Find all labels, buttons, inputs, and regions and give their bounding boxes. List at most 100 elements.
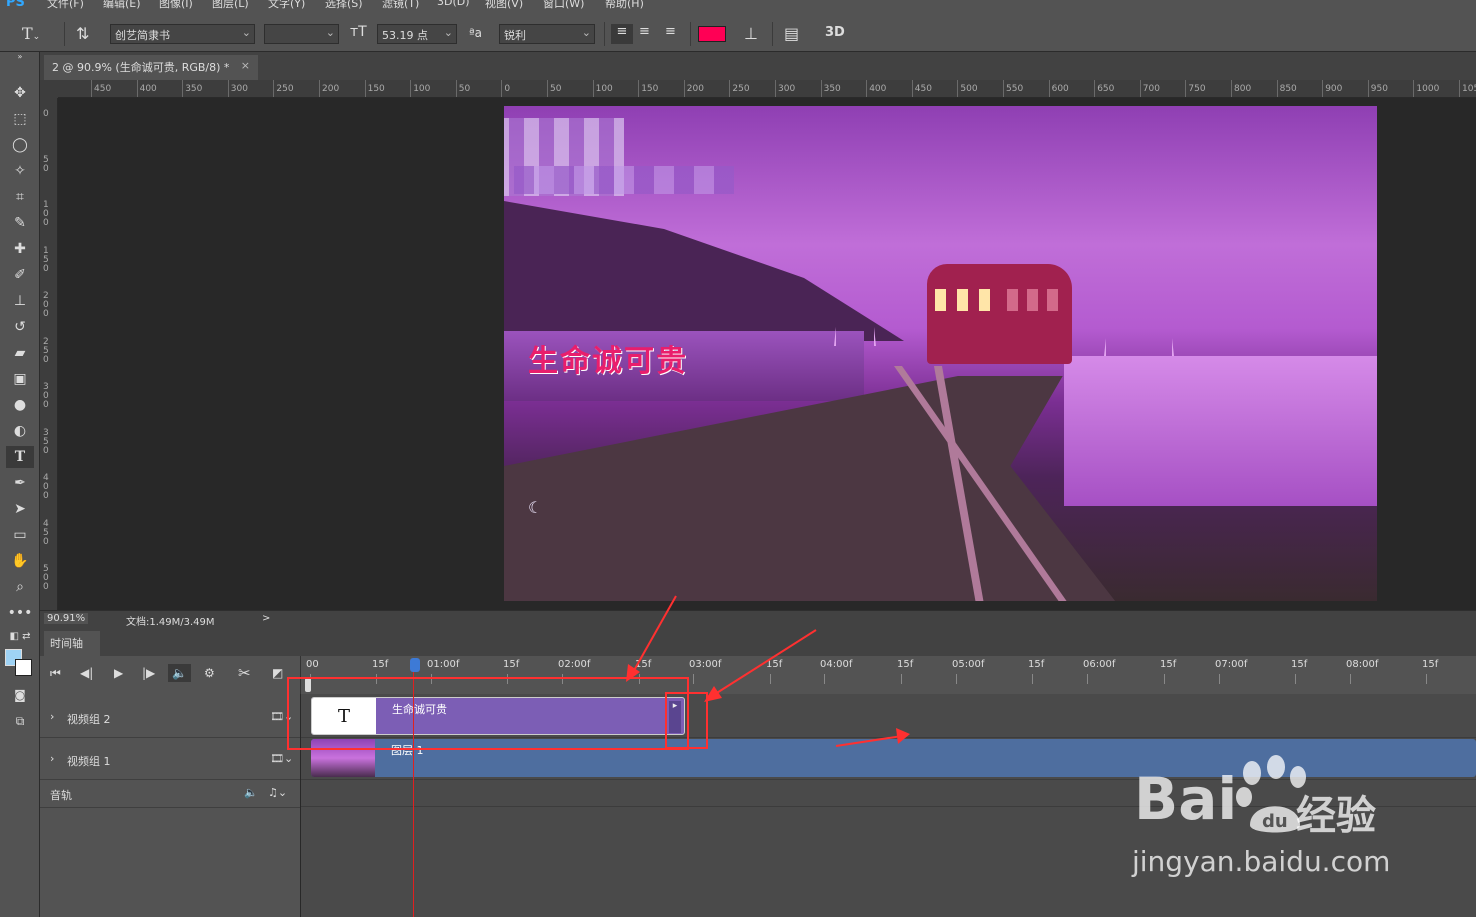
go-to-first-frame-icon[interactable]: ⏮ [50,666,61,681]
transition-icon[interactable]: ◩ [272,666,283,680]
text-orientation-icon[interactable]: ⇅ [76,24,89,43]
status-menu-arrow[interactable]: > [262,613,270,624]
ruler-label: 650 [1097,84,1115,94]
canvas-text-layer[interactable]: 生命诚可贵 [528,336,688,380]
expand-chevron-icon[interactable]: › [50,710,54,723]
font-family-select[interactable]: 创艺简隶书 ⌄ [110,24,255,44]
track-label: 音轨 [50,789,72,802]
pen-tool-icon[interactable]: ✒ [6,472,34,494]
next-frame-icon[interactable]: |▶ [142,666,155,680]
menu-layer[interactable]: 图层(L) [212,0,249,11]
track-audio[interactable]: 音轨 🔈 ♫⌄ [40,780,300,808]
divider [64,22,65,46]
menu-help[interactable]: 帮助(H) [605,0,644,11]
type-tool-icon[interactable]: T [6,446,34,468]
align-left-icon[interactable]: ≡ [611,24,633,44]
tab-timeline[interactable]: 时间轴 [44,631,100,656]
zoom-level[interactable]: 90.91% [44,613,89,624]
menu-type[interactable]: 文字(Y) [268,0,305,11]
warp-text-icon[interactable]: ⊥ [744,24,758,43]
move-tool-icon[interactable]: ✥ [6,82,34,104]
ruler-tick [1094,80,1096,97]
ruler-label: 50 [550,84,562,94]
text-color-swatch[interactable] [698,26,726,42]
default-colors-icon[interactable]: ◧ ⇄ [6,626,34,648]
play-icon[interactable]: ▶ [114,666,123,680]
settings-gear-icon[interactable]: ⚙ [204,666,215,680]
marquee-tool-icon[interactable]: ⬚ [6,108,34,130]
3d-button[interactable]: 3D [825,25,845,40]
expand-chevron-icon[interactable]: › [50,752,54,765]
audio-mute-icon[interactable]: 🔈 [244,786,258,799]
previous-frame-icon[interactable]: ◀| [80,666,93,680]
film-strip-icon[interactable]: 🎞⌄ [270,752,293,765]
menu-filter[interactable]: 滤镜(T) [382,0,419,11]
magic-wand-tool-icon[interactable]: ✧ [6,160,34,182]
ruler-tick [820,80,822,97]
font-size-select[interactable]: 53.19 点 ⌄ [377,24,457,44]
ruler-tick [729,80,731,97]
panel-collapse-icon[interactable]: » [6,52,34,62]
more-tools-icon[interactable]: ••• [6,602,34,624]
healing-brush-tool-icon[interactable]: ✚ [6,238,34,260]
blur-tool-icon[interactable]: ● [6,394,34,416]
menu-select[interactable]: 选择(S) [325,0,363,11]
document-tab[interactable]: 2 @ 90.9% (生命诚可贵, RGB/8) * × [44,55,258,80]
close-tab-icon[interactable]: × [241,59,250,72]
timeline-ruler-label: 08:00f [1346,659,1379,670]
gradient-tool-icon[interactable]: ▣ [6,368,34,390]
hand-tool-icon[interactable]: ✋ [6,550,34,572]
character-panel-icon[interactable]: ▤ [784,24,799,43]
ruler-tick [957,80,959,97]
align-right-icon[interactable]: ≡ [665,24,676,39]
track-video-group-2[interactable]: › 视频组 2 🎞⌄ [40,696,300,738]
rectangle-tool-icon[interactable]: ▭ [6,524,34,546]
timeline-controls: ⏮ ◀| ▶ |▶ 🔈 ⚙ ✂ ◩ [40,656,300,694]
music-note-icon[interactable]: ♫⌄ [268,786,287,799]
zoom-tool-icon[interactable]: ⌕ [6,576,34,598]
ruler-label: 800 [1234,84,1252,94]
clone-stamp-tool-icon[interactable]: ⊥ [6,290,34,312]
ruler-label: 500 [43,564,49,592]
eyedropper-tool-icon[interactable]: ✎ [6,212,34,234]
align-center-icon[interactable]: ≡ [639,24,650,39]
screen-mode-icon[interactable]: ⧉ [6,710,34,732]
ruler-label: 900 [1325,84,1343,94]
quick-mask-icon[interactable]: ◙ [6,684,34,706]
playhead-handle[interactable] [410,658,420,672]
menu-view[interactable]: 视图(V) [485,0,523,11]
menu-image[interactable]: 图像(I) [159,0,193,11]
crop-tool-icon[interactable]: ⌗ [6,186,34,208]
ruler-label: 0 [43,109,49,119]
background-color-swatch[interactable] [15,659,32,676]
ruler-label: 200 [686,84,704,94]
menu-window[interactable]: 窗口(W) [543,0,584,11]
eraser-tool-icon[interactable]: ▰ [6,342,34,364]
split-scissors-icon[interactable]: ✂ [238,664,251,682]
font-style-select[interactable]: ⌄ [264,24,339,44]
antialias-icon: ªa [469,26,483,40]
ruler-tick [1459,80,1460,97]
dodge-tool-icon[interactable]: ◐ [6,420,34,442]
ruler-tick [501,80,503,97]
history-brush-tool-icon[interactable]: ↺ [6,316,34,338]
audio-toggle-icon[interactable]: 🔈 [168,664,191,682]
lasso-tool-icon[interactable]: ◯ [6,134,34,156]
document-image[interactable]: 生命诚可贵 ☾ [504,106,1377,601]
timeline-tick [956,674,957,684]
ruler-tick [592,80,594,97]
menu-edit[interactable]: 编辑(E) [103,0,141,11]
divider [772,22,773,46]
canvas-area[interactable]: 生命诚可贵 ☾ [58,98,1476,610]
track-video-group-1[interactable]: › 视频组 1 🎞⌄ [40,738,300,780]
ruler-tick [1231,80,1232,97]
path-selection-tool-icon[interactable]: ➤ [6,498,34,520]
menu-3d[interactable]: 3D(D) [437,0,470,8]
timeline-tick [1032,674,1033,684]
ruler-label: 250 [732,84,750,94]
type-tool-icon[interactable]: T⌄ [22,24,40,43]
brush-tool-icon[interactable]: ✐ [6,264,34,286]
antialias-select[interactable]: 锐利 ⌄ [499,24,595,44]
menu-file[interactable]: 文件(F) [47,0,84,11]
ruler-label: 200 [43,291,49,319]
